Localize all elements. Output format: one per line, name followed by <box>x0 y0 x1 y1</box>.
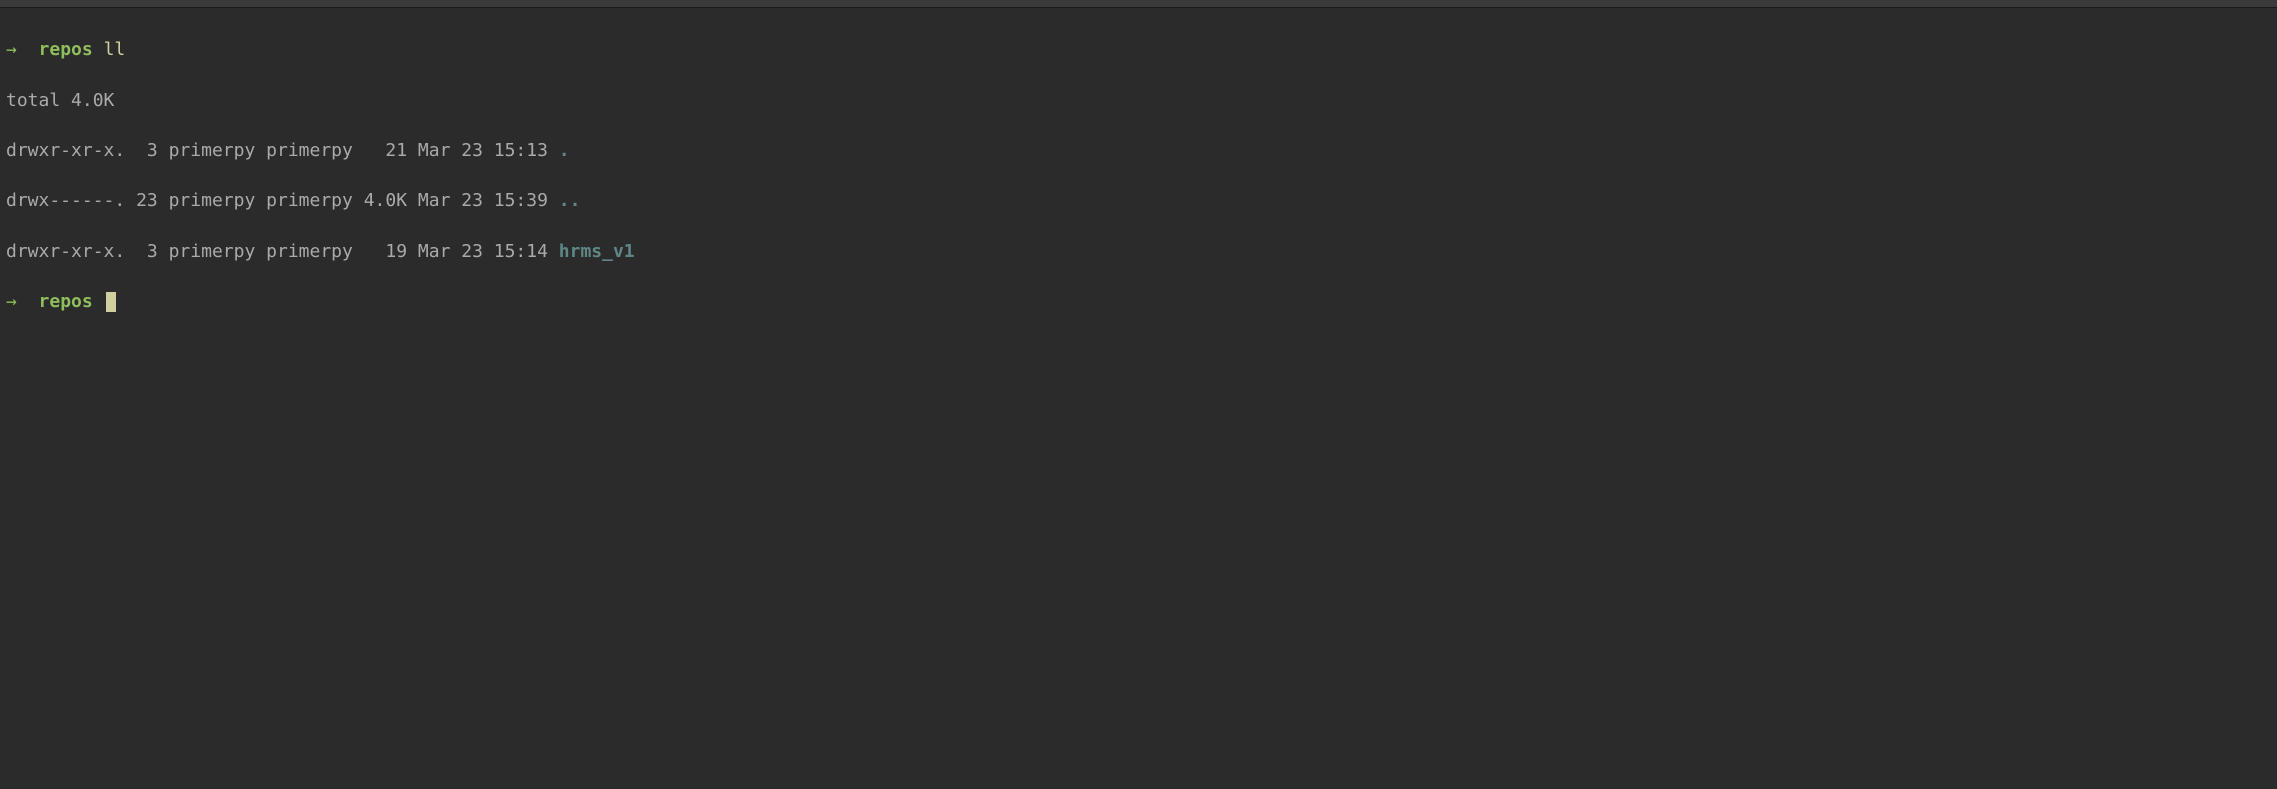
listing-row: drwxr-xr-x. 3 primerpy primerpy 21 Mar 2… <box>6 138 2271 163</box>
size: 4.0K <box>364 190 407 211</box>
total-line: total 4.0K <box>6 88 2271 113</box>
owner: primerpy <box>169 190 256 211</box>
terminal-output[interactable]: → repos ll total 4.0K drwxr-xr-x. 3 prim… <box>0 8 2277 343</box>
links: 23 <box>136 190 158 211</box>
prompt-arrow-icon: → <box>6 37 17 62</box>
date: Mar 23 15:14 <box>418 241 548 262</box>
prompt-line: → repos ll <box>6 37 2271 62</box>
size: 19 <box>364 241 407 262</box>
entry-name: hrms_v1 <box>559 241 635 262</box>
perms: drwxr-xr-x. <box>6 140 125 161</box>
listing-row: drwx------. 23 primerpy primerpy 4.0K Ma… <box>6 188 2271 213</box>
date: Mar 23 15:39 <box>418 190 548 211</box>
links: 3 <box>136 140 158 161</box>
group: primerpy <box>266 241 353 262</box>
command-text: ll <box>104 37 126 62</box>
perms: drwxr-xr-x. <box>6 241 125 262</box>
date: Mar 23 15:13 <box>418 140 548 161</box>
group: primerpy <box>266 190 353 211</box>
prompt-arrow-icon: → <box>6 289 17 314</box>
listing-row: drwxr-xr-x. 3 primerpy primerpy 19 Mar 2… <box>6 239 2271 264</box>
owner: primerpy <box>169 241 256 262</box>
entry-name: . <box>559 140 570 161</box>
entry-name: .. <box>559 190 581 211</box>
cursor-icon <box>106 292 116 312</box>
perms: drwx------. <box>6 190 125 211</box>
links: 3 <box>136 241 158 262</box>
prompt-cwd: repos <box>39 37 93 62</box>
prompt-line-active[interactable]: → repos <box>6 289 2271 314</box>
size: 21 <box>364 140 407 161</box>
group: primerpy <box>266 140 353 161</box>
prompt-cwd: repos <box>39 289 93 314</box>
owner: primerpy <box>169 140 256 161</box>
window-titlebar <box>0 0 2277 8</box>
